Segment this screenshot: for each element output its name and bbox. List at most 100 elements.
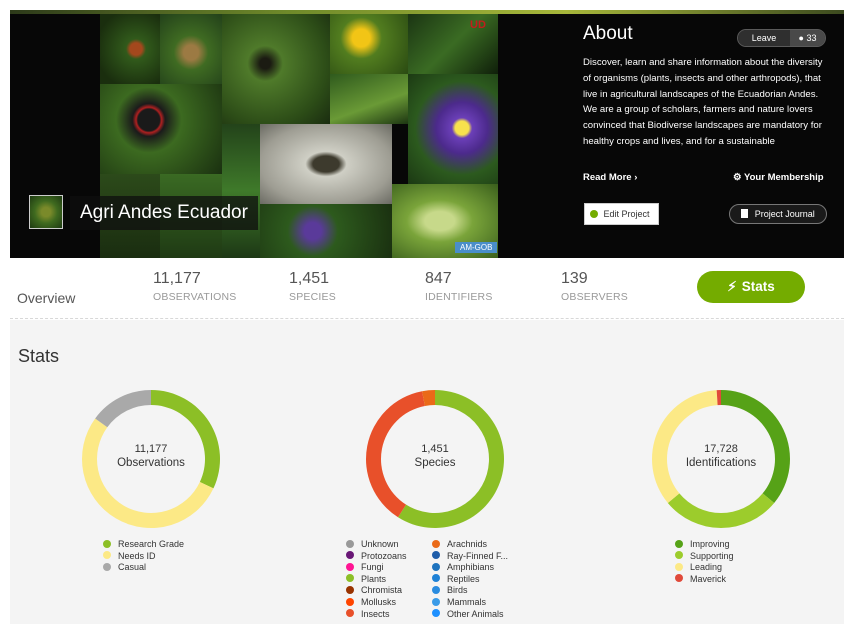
- legend-item[interactable]: Fungi: [346, 562, 407, 574]
- project-journal-label: Project Journal: [754, 209, 815, 219]
- stat-label: SPECIES: [289, 291, 336, 303]
- legend-swatch: [675, 551, 683, 560]
- legend-label: Protozoans: [361, 550, 407, 561]
- identifications-legend: Improving Supporting Leading Maverick: [675, 539, 734, 585]
- donut-slice-casual[interactable]: [95, 390, 151, 428]
- legend-swatch: [675, 562, 683, 571]
- observations-donut[interactable]: 11,177 Observations: [81, 389, 221, 529]
- legend-label: Mollusks: [361, 596, 397, 607]
- collage-photo: [160, 14, 222, 84]
- legend-swatch: [346, 539, 354, 548]
- legend-label: Reptiles: [447, 573, 480, 584]
- legend-label: Arachnids: [447, 539, 488, 549]
- legend-swatch: [432, 551, 440, 560]
- stat-value: 847: [425, 270, 452, 287]
- leave-button[interactable]: Leave: [738, 30, 790, 46]
- legend-label: Mammals: [447, 596, 487, 607]
- membership-pill: Leave ● 33: [737, 29, 826, 47]
- legend-item[interactable]: Research Grade: [103, 539, 184, 551]
- stats-tab-button[interactable]: ⚡︎ Stats: [697, 271, 805, 303]
- stat-identifiers[interactable]: 847 IDENTIFIERS: [425, 270, 493, 303]
- donut-value: 1,451: [421, 443, 449, 455]
- legend-swatch: [675, 574, 683, 583]
- donut-slice-supporting[interactable]: [667, 493, 775, 528]
- legend-label: Plants: [361, 573, 387, 584]
- legend-swatch: [103, 539, 111, 548]
- species-donut[interactable]: 1,451 Species: [365, 389, 505, 529]
- legend-item[interactable]: Chromista: [346, 585, 407, 597]
- legend-item[interactable]: Unknown: [346, 539, 407, 551]
- legend-item[interactable]: Improving: [675, 539, 734, 551]
- your-membership-label: Your Membership: [744, 172, 824, 183]
- donut-label: Species: [414, 457, 456, 469]
- plus-circle-icon: [590, 209, 598, 218]
- donut-value: 11,177: [134, 443, 168, 455]
- donut-slice-research-grade[interactable]: [151, 390, 220, 489]
- legend-item[interactable]: Mammals: [432, 597, 508, 609]
- legend-item[interactable]: Maverick: [675, 574, 734, 586]
- identifications-donut[interactable]: 17,728 Identifications: [651, 389, 791, 529]
- legend-item[interactable]: Mollusks: [346, 597, 407, 609]
- legend-item[interactable]: Casual: [103, 562, 184, 574]
- legend-swatch: [432, 586, 440, 594]
- read-more-link[interactable]: Read More ›: [583, 172, 637, 183]
- legend-swatch: [675, 539, 683, 548]
- stat-observations[interactable]: 11,177 OBSERVATIONS: [153, 270, 237, 303]
- stat-species[interactable]: 1,451 SPECIES: [289, 270, 336, 303]
- collage-photo: [408, 74, 498, 194]
- lightning-icon: ⚡︎: [727, 279, 737, 294]
- about-description: Discover, learn and share information ab…: [583, 57, 823, 147]
- stats-heading: Stats: [18, 346, 60, 366]
- legend-swatch: [103, 562, 111, 571]
- legend-item[interactable]: Plants: [346, 574, 407, 586]
- legend-label: Improving: [690, 539, 730, 549]
- legend-item[interactable]: Amphibians: [432, 562, 508, 574]
- donut-value: 17,728: [704, 443, 738, 455]
- legend-item[interactable]: Other Animals: [432, 609, 508, 621]
- donut-slice-needs-id[interactable]: [81, 418, 214, 528]
- legend-item[interactable]: Needs ID: [103, 551, 184, 563]
- legend-swatch: [346, 562, 354, 571]
- legend-label: Birds: [447, 585, 468, 596]
- stat-value: 139: [561, 270, 588, 287]
- member-count[interactable]: ● 33: [790, 30, 825, 46]
- user-icon: ●: [798, 33, 804, 43]
- legend-swatch: [432, 597, 440, 606]
- legend-item[interactable]: Protozoans: [346, 551, 407, 563]
- project-journal-button[interactable]: Project Journal: [729, 204, 827, 224]
- legend-label: Fungi: [361, 562, 384, 573]
- donut-center: 11,177 Observations: [81, 443, 221, 469]
- edit-project-button[interactable]: Edit Project: [584, 203, 659, 225]
- project-title[interactable]: Agri Andes Ecuador: [70, 196, 258, 230]
- legend-item[interactable]: Reptiles: [432, 574, 508, 586]
- legend-item[interactable]: Birds: [432, 585, 508, 597]
- legend-label: Other Animals: [447, 608, 504, 619]
- book-icon: [741, 209, 749, 219]
- your-membership-link[interactable]: ⚙ Your Membership: [733, 172, 824, 183]
- legend-item[interactable]: Supporting: [675, 551, 734, 563]
- legend-item[interactable]: Leading: [675, 562, 734, 574]
- overview-tab[interactable]: Overview: [17, 290, 75, 306]
- legend-swatch: [346, 574, 354, 583]
- legend-item[interactable]: Arachnids: [432, 539, 508, 551]
- legend-swatch: [346, 586, 354, 594]
- observations-legend: Research Grade Needs ID Casual: [103, 539, 184, 574]
- legend-item[interactable]: Ray-Finned F...: [432, 551, 508, 563]
- stat-label: IDENTIFIERS: [425, 291, 493, 303]
- stat-label: OBSERVERS: [561, 291, 628, 303]
- stat-observers[interactable]: 139 OBSERVERS: [561, 270, 628, 303]
- project-icon[interactable]: [29, 195, 63, 229]
- member-count-value: 33: [806, 33, 817, 43]
- legend-label: Insects: [361, 608, 390, 619]
- legend-item[interactable]: Insects: [346, 609, 407, 621]
- stat-value: 11,177: [153, 270, 201, 287]
- edit-project-label: Edit Project: [603, 209, 650, 219]
- gear-icon: ⚙: [733, 172, 742, 183]
- legend-label: Chromista: [361, 585, 403, 596]
- about-heading: About: [583, 23, 633, 44]
- legend-swatch: [103, 551, 111, 560]
- stats-button-label: Stats: [741, 279, 775, 294]
- legend-swatch: [432, 562, 440, 571]
- collage-photo: [222, 124, 260, 258]
- legend-swatch: [432, 574, 440, 583]
